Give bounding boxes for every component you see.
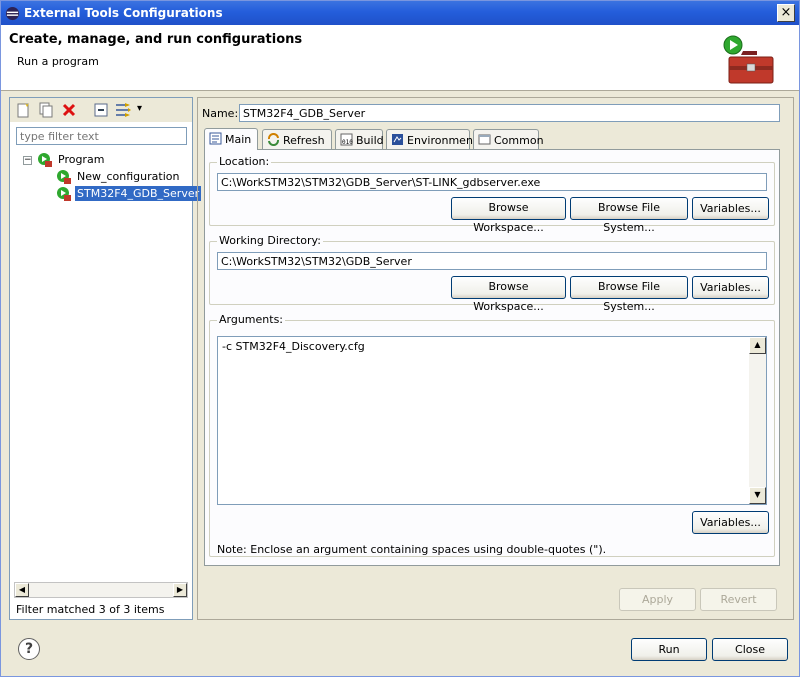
tree-node-program[interactable]: − Program	[10, 152, 192, 169]
filter-input[interactable]	[16, 127, 187, 145]
location-variables-button[interactable]: Variables...	[692, 197, 769, 220]
environment-icon	[392, 134, 403, 145]
tab-main[interactable]: Main	[204, 128, 258, 150]
dropdown-arrow-icon[interactable]: ▾	[137, 103, 153, 119]
location-group: Location: Browse Workspace... Browse Fil…	[209, 155, 775, 234]
location-browse-file-system-button[interactable]: Browse File System...	[570, 197, 688, 234]
tree-label-program: Program	[58, 153, 105, 166]
arguments-note: Note: Enclose an argument containing spa…	[217, 543, 607, 556]
configuration-list-panel: ▾ − Program New_configuration	[9, 97, 202, 620]
workdir-browse-workspace-button[interactable]: Browse Workspace...	[451, 276, 566, 313]
run-button[interactable]: Run	[631, 638, 707, 661]
working-directory-label: Working Directory:	[217, 234, 323, 247]
configuration-editor: Name: Main Refresh 010Build Environment …	[197, 97, 794, 620]
refresh-icon	[268, 133, 279, 146]
arguments-textarea[interactable]: -c STM32F4_Discovery.cfg ▲ ▼	[217, 336, 767, 505]
help-icon[interactable]: ?	[18, 638, 40, 660]
tab-common-label: Common	[494, 134, 544, 147]
close-button[interactable]: Close	[712, 638, 788, 661]
horizontal-scrollbar[interactable]: ◀ ▶	[14, 582, 188, 598]
tree-node-new-configuration[interactable]: New_configuration	[10, 169, 192, 186]
tab-main-label: Main	[225, 133, 252, 146]
window-title: External Tools Configurations	[24, 6, 223, 20]
window-close-button[interactable]: ×	[777, 4, 795, 22]
filter-icon[interactable]	[115, 102, 131, 118]
collapse-all-icon[interactable]	[93, 102, 109, 118]
delete-icon[interactable]	[61, 102, 77, 118]
dialog-window: External Tools Configurations × Create, …	[0, 0, 800, 677]
tab-build-label: Build	[356, 134, 384, 147]
arguments-variables-button[interactable]: Variables...	[692, 511, 769, 534]
svg-text:010: 010	[342, 139, 353, 146]
scroll-right-icon[interactable]: ▶	[173, 583, 187, 597]
external-tool-icon	[57, 187, 71, 201]
program-icon	[38, 153, 52, 167]
main-tab-icon	[209, 132, 222, 145]
tab-environment[interactable]: Environment	[386, 129, 477, 149]
location-label: Location:	[217, 155, 272, 168]
arguments-group: Arguments: -c STM32F4_Discovery.cfg ▲ ▼ …	[209, 313, 775, 557]
location-browse-workspace-button[interactable]: Browse Workspace...	[451, 197, 566, 234]
title-bar[interactable]: External Tools Configurations ×	[1, 1, 799, 25]
build-icon: 010	[340, 133, 353, 146]
working-directory-group: Working Directory: Browse Workspace... B…	[209, 234, 775, 313]
tab-environment-label: Environment	[407, 134, 478, 147]
tree-node-stm32f4-gdb-server[interactable]: STM32F4_GDB_Server	[10, 186, 202, 203]
tree-label-new-configuration: New_configuration	[77, 170, 180, 183]
arguments-text: -c STM32F4_Discovery.cfg	[222, 340, 365, 353]
filter-status: Filter matched 3 of 3 items	[16, 603, 165, 616]
collapse-expander[interactable]: −	[23, 156, 32, 165]
tab-refresh[interactable]: Refresh	[262, 129, 332, 149]
external-tool-icon	[57, 170, 71, 184]
left-toolbar: ▾	[10, 98, 192, 122]
tree-label-stm32f4-gdb-server: STM32F4_GDB_Server	[75, 186, 202, 201]
new-config-icon[interactable]	[15, 102, 31, 118]
common-icon	[478, 134, 491, 145]
scroll-up-icon[interactable]: ▲	[749, 337, 766, 354]
arguments-label: Arguments:	[217, 313, 286, 326]
duplicate-icon[interactable]	[38, 102, 54, 118]
scroll-left-icon[interactable]: ◀	[15, 583, 29, 597]
apply-button[interactable]: Apply	[619, 588, 696, 611]
name-input[interactable]	[239, 104, 780, 122]
vertical-scrollbar[interactable]: ▲ ▼	[749, 337, 766, 504]
header-subtitle: Run a program	[17, 55, 99, 68]
workdir-browse-file-system-button[interactable]: Browse File System...	[570, 276, 688, 313]
tab-refresh-label: Refresh	[283, 134, 325, 147]
eclipse-icon	[5, 6, 20, 21]
header-title: Create, manage, and run configurations	[9, 32, 303, 47]
tab-common[interactable]: Common	[473, 129, 544, 149]
toolbox-run-icon	[723, 35, 774, 84]
workdir-variables-button[interactable]: Variables...	[692, 276, 769, 299]
revert-button[interactable]: Revert	[700, 588, 777, 611]
location-input[interactable]	[217, 173, 767, 191]
working-directory-input[interactable]	[217, 252, 767, 270]
dialog-header: Create, manage, and run configurations R…	[1, 25, 799, 91]
tab-build[interactable]: 010 Build	[335, 129, 384, 149]
main-tab-panel: Location: Browse Workspace... Browse Fil…	[204, 149, 780, 566]
scroll-down-icon[interactable]: ▼	[749, 487, 766, 504]
name-label: Name:	[202, 107, 239, 120]
